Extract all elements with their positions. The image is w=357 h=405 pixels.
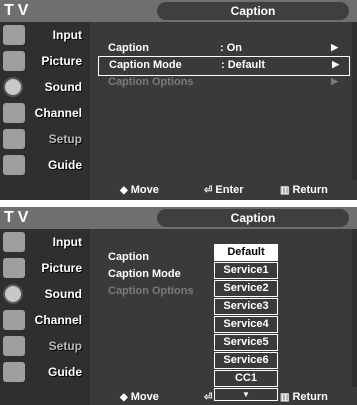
sidebar: Input Picture Sound Channel Setup Guide: [0, 229, 88, 385]
tv-logo: TV: [4, 209, 33, 226]
arrow-right-icon: ▶: [331, 76, 338, 86]
sidebar-item-setup[interactable]: Setup: [0, 333, 88, 359]
enter-icon: ⏎: [204, 185, 213, 196]
row-label: Caption: [108, 42, 149, 54]
arrow-right-icon: ▶: [331, 42, 338, 52]
row-label: Caption Mode: [108, 268, 181, 280]
title-bar: TV Caption: [0, 207, 357, 229]
dropdown-option-service1[interactable]: Service1: [214, 262, 278, 279]
row-label: Caption Options: [108, 76, 194, 88]
return-icon: ▥: [280, 392, 290, 403]
scroll-down-icon[interactable]: ▼: [214, 388, 278, 401]
sidebar-item-picture[interactable]: Picture: [0, 255, 88, 281]
sidebar-item-label: Picture: [41, 54, 82, 68]
sound-icon: [3, 284, 23, 304]
enter-icon: ⏎: [204, 392, 213, 403]
dropdown-option-cc1[interactable]: CC1: [214, 370, 278, 387]
dropdown-option-service4[interactable]: Service4: [214, 316, 278, 333]
sidebar-item-label: Guide: [47, 365, 82, 379]
footer-return: ▥ Return: [280, 180, 328, 200]
row-value: : On: [220, 42, 242, 54]
sidebar-item-label: Picture: [41, 261, 82, 275]
move-icon: ◆: [120, 185, 128, 196]
input-icon: [3, 232, 25, 252]
footer-return: ▥ Return: [280, 387, 328, 405]
dropdown-option-service3[interactable]: Service3: [214, 298, 278, 315]
sidebar-item-label: Setup: [48, 132, 82, 146]
sidebar-item-label: Channel: [34, 106, 82, 120]
dropdown-option-service5[interactable]: Service5: [214, 334, 278, 351]
title-bar: TV Caption: [0, 0, 357, 22]
caption-menu: Caption : On ▶ Caption Mode : Default ▶ …: [90, 22, 352, 180]
return-icon: ▥: [280, 185, 290, 196]
row-label: Caption: [108, 251, 149, 263]
sidebar-item-sound[interactable]: Sound: [0, 74, 88, 100]
sidebar-item-channel[interactable]: Channel: [0, 307, 88, 333]
picture-icon: [3, 258, 25, 278]
sound-icon: [3, 77, 23, 97]
row-label: Caption Mode: [109, 59, 182, 71]
menu-title: Caption: [157, 2, 349, 20]
dropdown-option-service6[interactable]: Service6: [214, 352, 278, 369]
tv-menu-panel-2: TV Caption Input Picture Sound Channel S…: [0, 207, 357, 405]
guide-icon: [3, 362, 25, 382]
sidebar-item-label: Channel: [34, 313, 82, 327]
sidebar-item-sound[interactable]: Sound: [0, 281, 88, 307]
dropdown-option-service2[interactable]: Service2: [214, 280, 278, 297]
sidebar-item-label: Sound: [44, 287, 82, 301]
channel-icon: [3, 310, 25, 330]
footer-move: ◆ Move: [120, 387, 159, 405]
menu-title: Caption: [157, 209, 349, 227]
tv-menu-panel-1: TV Caption Input Picture Sound Channel S…: [0, 0, 357, 200]
sidebar-item-label: Input: [52, 28, 82, 42]
setup-icon: [3, 129, 25, 149]
input-icon: [3, 25, 25, 45]
sidebar: Input Picture Sound Channel Setup Guide: [0, 22, 88, 178]
sidebar-item-label: Sound: [44, 80, 82, 94]
menu-row-caption-options[interactable]: Caption Options ▶: [98, 74, 348, 92]
row-label: Caption Options: [108, 285, 194, 297]
caption-mode-dropdown: Default Service1 Service2 Service3 Servi…: [214, 244, 278, 401]
sidebar-item-channel[interactable]: Channel: [0, 100, 88, 126]
footer-bar: ◆Move ⏎Enter ▥Return: [90, 180, 357, 200]
sidebar-item-label: Setup: [48, 339, 82, 353]
channel-icon: [3, 103, 25, 123]
picture-icon: [3, 51, 25, 71]
move-icon: ◆: [120, 392, 128, 403]
arrow-right-icon: ▶: [332, 59, 339, 69]
sidebar-item-input[interactable]: Input: [0, 229, 88, 255]
tv-logo: TV: [4, 2, 33, 19]
sidebar-item-label: Guide: [47, 158, 82, 172]
setup-icon: [3, 336, 25, 356]
footer-move: ◆ Move: [120, 180, 159, 200]
sidebar-item-label: Input: [52, 235, 82, 249]
sidebar-item-picture[interactable]: Picture: [0, 48, 88, 74]
row-value: : Default: [221, 59, 265, 71]
sidebar-item-guide[interactable]: Guide: [0, 359, 88, 385]
footer-enter: ⏎Enter: [204, 180, 244, 200]
sidebar-item-input[interactable]: Input: [0, 22, 88, 48]
sidebar-item-setup[interactable]: Setup: [0, 126, 88, 152]
guide-icon: [3, 155, 25, 175]
dropdown-option-default[interactable]: Default: [214, 244, 278, 261]
sidebar-item-guide[interactable]: Guide: [0, 152, 88, 178]
menu-row-caption-mode[interactable]: Caption Mode : Default ▶: [98, 56, 350, 76]
